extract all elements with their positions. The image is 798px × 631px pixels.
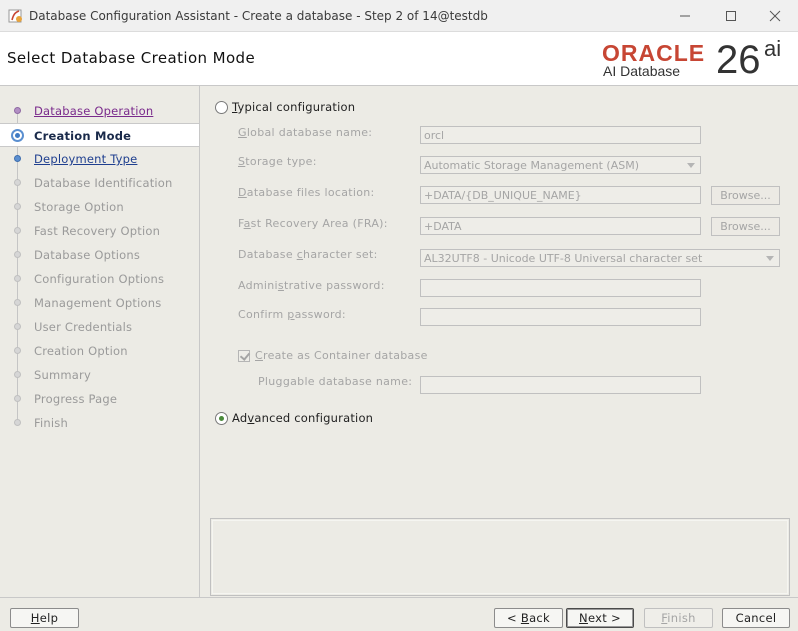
close-button[interactable] xyxy=(752,0,798,32)
nav-item-summary: Summary xyxy=(0,363,199,387)
fra-label: Fast Recovery Area (FRA): xyxy=(238,217,388,230)
global-db-name-input[interactable]: orcl xyxy=(420,126,701,144)
minimize-icon xyxy=(680,15,690,17)
nav-item-label: Summary xyxy=(34,368,91,382)
step-visited-icon xyxy=(14,107,21,114)
confirm-password-label: Confirm password: xyxy=(238,308,346,321)
product-name: AI Database xyxy=(603,63,681,79)
nav-item-label: Storage Option xyxy=(34,200,124,214)
nav-item-label[interactable]: Database Operation xyxy=(34,104,153,118)
cancel-button[interactable]: Cancel xyxy=(722,608,790,628)
back-button[interactable]: < Back xyxy=(494,608,563,628)
nav-item-user-credentials: User Credentials xyxy=(0,315,199,339)
charset-label: Database character set: xyxy=(238,248,378,261)
window-titlebar: Database Configuration Assistant - Creat… xyxy=(0,0,798,32)
step-next-icon xyxy=(14,155,21,162)
nav-item-label[interactable]: Deployment Type xyxy=(34,152,137,166)
typical-configuration-radio[interactable] xyxy=(215,101,228,114)
message-panel xyxy=(210,518,790,596)
nav-item-finish: Finish xyxy=(0,411,199,435)
nav-item-label: User Credentials xyxy=(34,320,133,334)
pdb-name-label: Pluggable database name: xyxy=(258,375,413,388)
step-pending-icon xyxy=(14,227,21,234)
step-pending-icon xyxy=(14,275,21,282)
step-pending-icon xyxy=(14,395,21,402)
nav-item-configuration-options: Configuration Options xyxy=(0,267,199,291)
nav-item-progress-page: Progress Page xyxy=(0,387,199,411)
nav-item-creation-option: Creation Option xyxy=(0,339,199,363)
step-pending-icon xyxy=(14,371,21,378)
fra-input[interactable]: +DATA xyxy=(420,217,701,235)
nav-item-creation-mode[interactable]: Creation Mode xyxy=(0,123,199,147)
nav-item-label: Configuration Options xyxy=(34,272,165,286)
storage-type-label: Storage type: xyxy=(238,155,317,168)
step-pending-icon xyxy=(14,251,21,258)
nav-item-database-options: Database Options xyxy=(0,243,199,267)
charset-select[interactable]: AL32UTF8 - Unicode UTF-8 Universal chara… xyxy=(420,249,780,267)
maximize-button[interactable] xyxy=(708,0,754,32)
fra-browse-button[interactable]: Browse... xyxy=(711,217,780,236)
nav-item-label: Creation Mode xyxy=(34,129,132,143)
step-pending-icon xyxy=(14,299,21,306)
admin-password-input[interactable] xyxy=(420,279,701,297)
nav-item-storage-option: Storage Option xyxy=(0,195,199,219)
step-pending-icon xyxy=(14,179,21,186)
step-pending-icon xyxy=(14,203,21,210)
pdb-name-input[interactable] xyxy=(420,376,701,394)
step-pending-icon xyxy=(14,419,21,426)
finish-button: Finish xyxy=(644,608,713,628)
db-files-location-label: Database files location: xyxy=(238,186,375,199)
version-suffix: ai xyxy=(764,36,782,61)
nav-item-label: Database Options xyxy=(34,248,141,262)
nav-item-label: Fast Recovery Option xyxy=(34,224,161,238)
nav-item-fast-recovery-option: Fast Recovery Option xyxy=(0,219,199,243)
nav-item-management-options: Management Options xyxy=(0,291,199,315)
storage-type-select[interactable]: Automatic Storage Management (ASM) xyxy=(420,156,701,174)
steps-sidebar: Database Operation Creation Mode Deploym… xyxy=(0,86,200,597)
step-pending-icon xyxy=(14,347,21,354)
nav-item-database-operation[interactable]: Database Operation xyxy=(0,99,199,123)
page-title: Select Database Creation Mode xyxy=(7,49,256,67)
maximize-icon xyxy=(726,11,736,21)
confirm-password-input[interactable] xyxy=(420,308,701,326)
step-pending-icon xyxy=(14,323,21,330)
container-db-checkbox[interactable] xyxy=(238,350,250,362)
container-db-label[interactable]: Create as Container database xyxy=(255,349,428,362)
nav-item-database-identification: Database Identification xyxy=(0,171,199,195)
minimize-button[interactable] xyxy=(662,0,708,32)
nav-item-label: Database Identification xyxy=(34,176,173,190)
close-icon xyxy=(769,10,781,22)
advanced-configuration-label[interactable]: Advanced configuration xyxy=(232,411,373,425)
nav-item-deployment-type[interactable]: Deployment Type xyxy=(0,147,199,171)
admin-password-label: Administrative password: xyxy=(238,279,385,292)
db-files-location-input[interactable]: +DATA/{DB_UNIQUE_NAME} xyxy=(420,186,701,204)
nav-item-label: Progress Page xyxy=(34,392,118,406)
typical-configuration-label[interactable]: Typical configuration xyxy=(232,100,355,114)
page-header: Select Database Creation Mode ORACLE AI … xyxy=(0,32,798,86)
global-db-name-label: Global database name: xyxy=(238,126,373,139)
window-title: Database Configuration Assistant - Creat… xyxy=(29,9,488,23)
version-number: 26 xyxy=(716,38,761,82)
advanced-configuration-radio[interactable] xyxy=(215,412,228,425)
nav-item-label: Creation Option xyxy=(34,344,128,358)
nav-item-label: Finish xyxy=(34,416,68,430)
next-button[interactable]: Next > xyxy=(566,608,634,628)
oracle-logo: ORACLE AI Database 26 ai xyxy=(600,36,790,82)
creation-mode-panel: Typical configuration Global database na… xyxy=(200,86,798,597)
db-files-browse-button[interactable]: Browse... xyxy=(711,186,780,205)
dbca-app-icon xyxy=(8,9,22,23)
nav-item-label: Management Options xyxy=(34,296,162,310)
wizard-footer: Help < Back Next > Finish Cancel xyxy=(0,597,798,631)
help-button[interactable]: Help xyxy=(10,608,79,628)
step-current-icon xyxy=(11,129,24,142)
